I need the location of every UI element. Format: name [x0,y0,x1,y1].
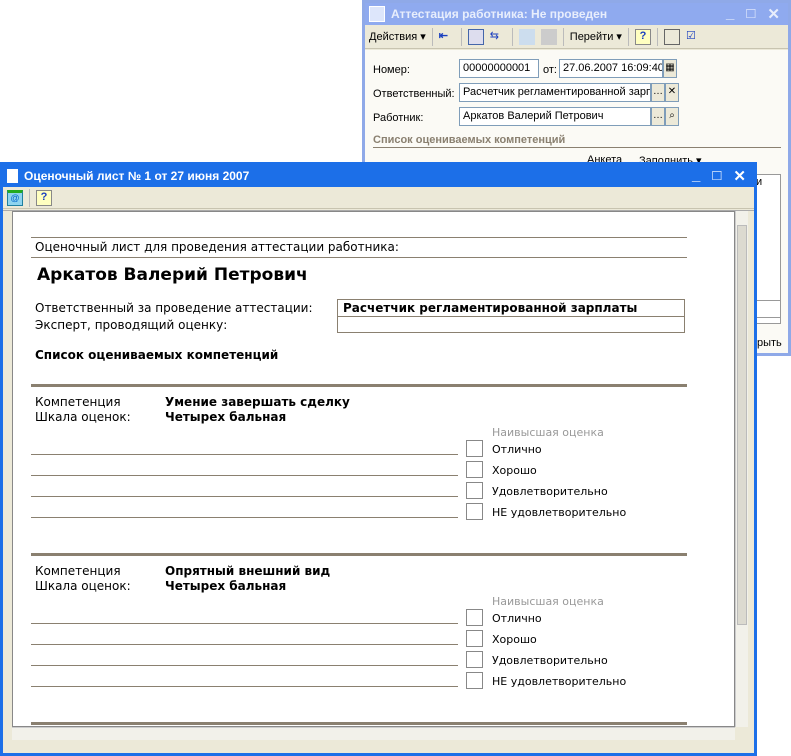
competency-block: Компетенция Умение завершать сделку Шкал… [13,384,734,553]
goto-menu[interactable]: Перейти ▾ [570,30,622,43]
unpost-icon[interactable] [540,28,557,45]
window-title: Аттестация работника: Не проведен [391,7,608,21]
number-label: Номер: [373,64,410,76]
section-title: Список оцениваемых компетенций [373,134,566,146]
maximize-icon[interactable]: □ [746,5,755,23]
employee-input[interactable]: Аркатов Валерий Петрович [459,107,651,126]
toolbar: Действия ▾ ⇤ ⇆ Перейти ▾ ? ☑ [365,25,788,49]
grade-checkbox[interactable] [466,440,483,457]
scale-label: Шкала оценок: [35,579,131,593]
number-input[interactable]: 00000000001 [459,59,539,78]
copy-icon[interactable]: ⇆ [490,29,506,45]
grade-label: НЕ удовлетворительно [492,506,627,519]
close-icon[interactable]: ✕ [767,5,780,23]
title-bar: Аттестация работника: Не проведен _ □ ✕ [365,3,788,25]
date-input[interactable]: 27.06.2007 16:09:40 [559,59,663,78]
expert-label: Эксперт, проводящий оценку: [35,318,228,332]
document-icon [7,169,18,183]
window-title: Оценочный лист № 1 от 27 июня 2007 [24,169,250,183]
email-icon[interactable]: @ [7,189,23,206]
minimize-icon[interactable]: _ [726,5,734,23]
refresh-icon[interactable] [467,28,484,45]
grade-checkbox[interactable] [466,461,483,478]
evaluation-sheet-window: Оценочный лист № 1 от 27 июня 2007 _ □ ✕ @… [0,162,757,756]
grade-checkbox[interactable] [466,609,483,626]
close-icon[interactable]: ✕ [733,167,746,185]
list-icon[interactable] [663,28,680,45]
maximize-icon[interactable]: □ [712,167,721,185]
title-bar: Оценочный лист № 1 от 27 июня 2007 _ □ ✕ [3,165,754,187]
scale-value: Четырех бальная [165,579,287,593]
grade-label: Хорошо [492,464,537,477]
checklist-icon[interactable]: ☑ [686,29,702,45]
top-grade-label: Наивысшая оценка [492,426,604,439]
select-button[interactable]: … [651,107,665,126]
back-arrow-icon[interactable]: ⇤ [439,29,455,45]
list-title: Список оцениваемых компетенций [35,348,279,362]
competency-label: Компетенция [35,395,121,409]
employee-label: Работник: [373,112,424,124]
search-icon[interactable]: ⌕ [665,107,679,126]
top-grade-label: Наивысшая оценка [492,595,604,608]
employee-name: Аркатов Валерий Петрович [37,265,308,285]
competency-value: Опрятный внешний вид [165,564,331,578]
scale-label: Шкала оценок: [35,410,131,424]
responsible-input[interactable]: Расчетчик регламентированной зарп [459,83,651,102]
grade-checkbox[interactable] [466,651,483,668]
horizontal-scrollbar[interactable] [12,727,735,740]
competency-label: Компетенция [35,564,121,578]
responsible-value: Расчетчик регламентированной зарплаты [343,301,638,315]
responsible-label: Ответственный за проведение аттестации: [35,301,313,315]
toolbar: @ ? [3,187,754,209]
vertical-scrollbar[interactable] [735,211,748,727]
spreadsheet-document[interactable]: Оценочный лист для проведения аттестации… [12,211,735,727]
grade-label: Удовлетворительно [492,485,608,498]
close-button[interactable]: рыть [757,337,782,349]
scroll-thumb[interactable] [737,225,747,625]
competency-value: Умение завершать сделку [165,395,350,409]
post-icon[interactable] [518,28,535,45]
competency-block: Компетенция Опрятный внешний вид Шкала о… [13,553,734,722]
grade-label: Отлично [492,443,542,456]
actions-menu[interactable]: Действия ▾ [369,30,426,43]
help-icon[interactable]: ? [36,189,52,206]
minimize-icon[interactable]: _ [692,167,700,185]
grade-label: Хорошо [492,633,537,646]
grade-checkbox[interactable] [466,482,483,499]
calendar-icon[interactable]: ▦ [663,59,677,78]
grade-label: НЕ удовлетворительно [492,675,627,688]
responsible-label: Ответственный: [373,88,455,100]
help-icon[interactable]: ? [634,28,651,45]
grade-label: Отлично [492,612,542,625]
document-icon [369,6,385,22]
scale-value: Четырех бальная [165,410,287,424]
grade-checkbox[interactable] [466,672,483,689]
grade-checkbox[interactable] [466,503,483,520]
date-label: от: [543,64,557,76]
grade-checkbox[interactable] [466,630,483,647]
select-button[interactable]: … [651,83,665,102]
clear-icon[interactable]: ✕ [665,83,679,102]
doc-heading: Оценочный лист для проведения аттестации… [35,240,399,254]
grade-label: Удовлетворительно [492,654,608,667]
